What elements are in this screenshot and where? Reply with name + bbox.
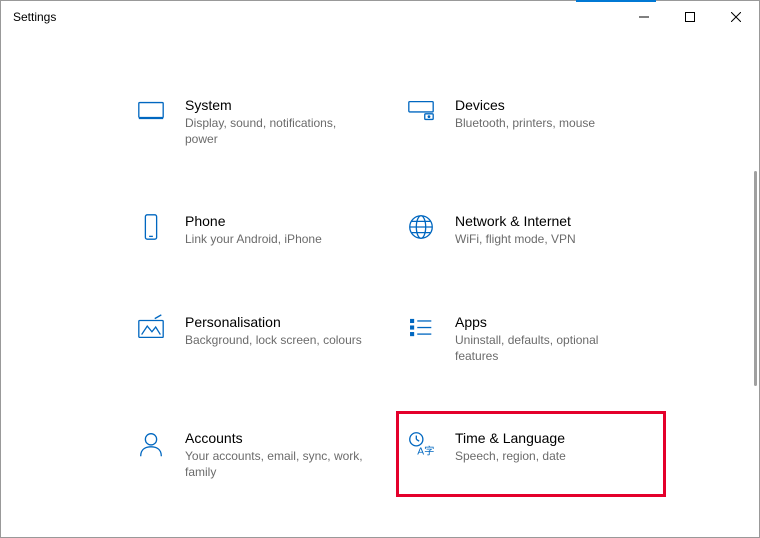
category-system[interactable]: System Display, sound, notifications, po…: [131, 91, 391, 151]
category-subtitle: WiFi, flight mode, VPN: [455, 231, 576, 247]
svg-text:A字: A字: [417, 444, 434, 457]
category-accounts[interactable]: Accounts Your accounts, email, sync, wor…: [131, 424, 391, 484]
category-subtitle: Background, lock screen, colours: [185, 332, 362, 348]
category-personalisation[interactable]: Personalisation Background, lock screen,…: [131, 308, 391, 368]
titlebar: Settings: [1, 1, 759, 33]
devices-icon: [405, 95, 437, 127]
category-subtitle: Speech, region, date: [455, 448, 566, 464]
category-title: Time & Language: [455, 430, 566, 446]
scrollbar-thumb[interactable]: [754, 171, 757, 386]
category-title: Phone: [185, 213, 322, 229]
category-network[interactable]: Network & Internet WiFi, flight mode, VP…: [401, 207, 661, 251]
category-subtitle: Your accounts, email, sync, work, family: [185, 448, 365, 480]
category-title: Accounts: [185, 430, 365, 446]
globe-icon: [405, 211, 437, 243]
category-title: Devices: [455, 97, 595, 113]
category-time-language[interactable]: A字 Time & Language Speech, region, date: [401, 416, 661, 492]
category-devices[interactable]: Devices Bluetooth, printers, mouse: [401, 91, 661, 151]
close-button[interactable]: [713, 1, 759, 33]
content-area: System Display, sound, notifications, po…: [1, 33, 759, 537]
minimize-button[interactable]: [621, 1, 667, 33]
category-phone[interactable]: Phone Link your Android, iPhone: [131, 207, 391, 251]
category-title: Personalisation: [185, 314, 362, 330]
accent-indicator: [576, 0, 656, 2]
category-subtitle: Link your Android, iPhone: [185, 231, 322, 247]
time-language-icon: A字: [405, 428, 437, 460]
category-title: Network & Internet: [455, 213, 576, 229]
category-title: System: [185, 97, 365, 113]
person-icon: [135, 428, 167, 460]
paint-icon: [135, 312, 167, 344]
category-apps[interactable]: Apps Uninstall, defaults, optional featu…: [401, 308, 661, 368]
category-subtitle: Display, sound, notifications, power: [185, 115, 365, 147]
category-subtitle: Uninstall, defaults, optional features: [455, 332, 635, 364]
display-icon: [135, 95, 167, 127]
window-title: Settings: [13, 10, 56, 24]
category-subtitle: Bluetooth, printers, mouse: [455, 115, 595, 131]
category-title: Apps: [455, 314, 635, 330]
categories-grid: System Display, sound, notifications, po…: [1, 33, 759, 537]
apps-icon: [405, 312, 437, 344]
maximize-button[interactable]: [667, 1, 713, 33]
phone-icon: [135, 211, 167, 243]
